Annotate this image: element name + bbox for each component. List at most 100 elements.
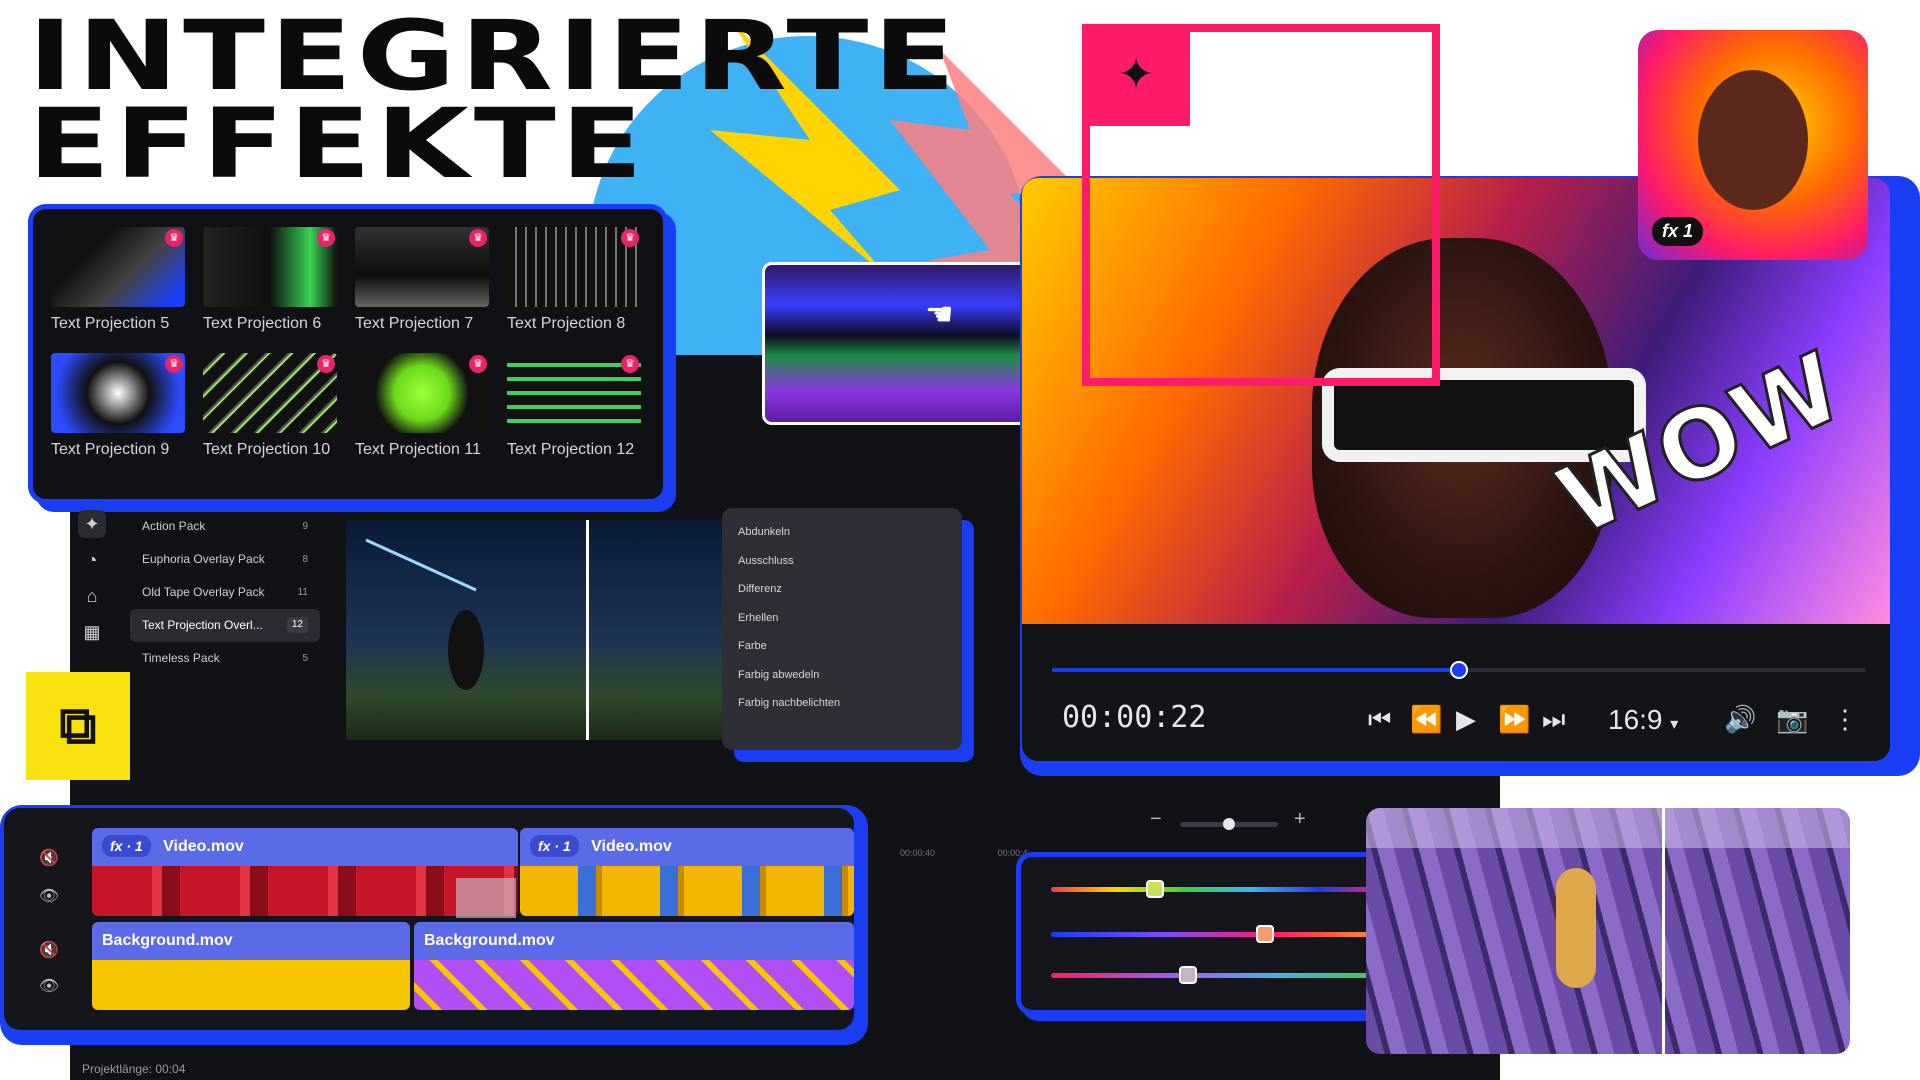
blend-option[interactable]: Abdunkeln bbox=[722, 518, 962, 547]
video-clip[interactable]: fx · 1 Video.mov bbox=[92, 828, 518, 916]
volume-icon[interactable]: 🔊 bbox=[1724, 704, 1756, 735]
fx-label: fx bbox=[538, 838, 551, 854]
skip-end-icon[interactable]: ⏭ bbox=[1542, 704, 1565, 736]
effect-preview-card[interactable]: fx 1 bbox=[1638, 30, 1868, 260]
transition-marker[interactable] bbox=[456, 878, 516, 918]
pack-item[interactable]: Action Pack 9 bbox=[130, 510, 320, 543]
background-clip[interactable]: Background.mov bbox=[92, 922, 410, 1010]
headline-line-2: EFFEKTE bbox=[28, 88, 648, 200]
effect-tile[interactable]: ♛ Text Projection 9 bbox=[51, 353, 189, 459]
glitch-preview[interactable]: ☚ bbox=[762, 262, 1052, 425]
fx-badge: fx · 1 bbox=[530, 835, 579, 857]
video-clip[interactable]: fx · 1 Video.mov bbox=[520, 828, 854, 916]
effect-label: Text Projection 10 bbox=[203, 441, 331, 458]
hand-cursor-icon: ☚ bbox=[925, 296, 954, 332]
pack-item[interactable]: Timeless Pack 5 bbox=[130, 642, 320, 675]
fx-label: fx bbox=[1662, 221, 1679, 241]
zoom-in-icon[interactable]: + bbox=[1294, 808, 1306, 831]
app-logo-icon: ⧉ bbox=[26, 672, 130, 780]
fast-forward-icon[interactable]: ⏩ bbox=[1498, 704, 1530, 735]
lavender-before-after bbox=[1366, 808, 1850, 1054]
player-controls: 00:00:22 ⏮ ⏪ ▶ ⏩ ⏭ 16:9 ▾ 🔊 📷 ⋮ bbox=[1022, 624, 1890, 761]
hue-slider[interactable] bbox=[1051, 880, 1385, 898]
ruler-label: 00:00:40 bbox=[900, 848, 936, 858]
pack-label: Old Tape Overlay Pack bbox=[142, 585, 265, 599]
clip-name: Background.mov bbox=[424, 932, 555, 949]
headline: INTEGRIERTE EFFEKTE bbox=[28, 0, 961, 200]
effect-tile[interactable]: ♛ Text Projection 12 bbox=[507, 353, 645, 459]
tint-slider[interactable] bbox=[1051, 966, 1385, 984]
effect-tile[interactable]: ♛ Text Projection 7 bbox=[355, 227, 493, 333]
clip-header: Background.mov bbox=[414, 922, 854, 960]
effect-tile[interactable]: ♛ Text Projection 5 bbox=[51, 227, 189, 333]
blend-mode-menu: Abdunkeln Ausschluss Differenz Erhellen … bbox=[722, 508, 962, 750]
effect-tile[interactable]: ♛ Text Projection 10 bbox=[203, 353, 341, 459]
play-icon[interactable]: ▶ bbox=[1456, 704, 1476, 735]
night-scene bbox=[365, 538, 484, 690]
background-clip[interactable]: Background.mov bbox=[414, 922, 854, 1010]
pack-item-selected[interactable]: Text Projection Overl... 12 bbox=[130, 609, 320, 642]
before-after-preview bbox=[346, 520, 736, 740]
pack-list: Action Pack 9 Euphoria Overlay Pack 8 Ol… bbox=[130, 510, 320, 675]
lavender-sky bbox=[1366, 808, 1850, 848]
blend-option[interactable]: Erhellen bbox=[722, 604, 962, 633]
stickers-icon[interactable]: ◔ bbox=[78, 546, 106, 574]
zoom-handle[interactable] bbox=[1223, 818, 1235, 830]
layout-icon[interactable]: ▦ bbox=[78, 618, 106, 646]
split-divider[interactable] bbox=[1662, 808, 1665, 1054]
effect-tile[interactable]: ♛ Text Projection 8 bbox=[507, 227, 645, 333]
slider-handle[interactable] bbox=[1255, 925, 1274, 943]
skip-start-icon[interactable]: ⏮ bbox=[1368, 704, 1391, 736]
blend-option[interactable]: Farbig nachbelichten bbox=[722, 689, 962, 718]
project-length: Projektlänge: 00:04 bbox=[82, 1062, 186, 1076]
fx-label: fx bbox=[110, 838, 123, 854]
clip-filmstrip bbox=[92, 960, 410, 1010]
blend-option[interactable]: Differenz bbox=[722, 575, 962, 604]
zoom-slider[interactable] bbox=[1180, 818, 1278, 830]
effect-thumbnail: ♛ bbox=[203, 353, 337, 433]
timecode: 00:00:22 bbox=[1062, 700, 1207, 735]
rewind-icon[interactable]: ⏪ bbox=[1410, 704, 1442, 735]
saturation-slider[interactable] bbox=[1051, 925, 1385, 943]
clip-header: fx · 1 Video.mov bbox=[520, 828, 854, 866]
track-visibility-icon[interactable]: 👁 bbox=[34, 976, 64, 996]
blend-option[interactable]: Ausschluss bbox=[722, 547, 962, 576]
timeline: 🔇 👁 🔇 👁 fx · 1 Video.mov fx · 1 Video.mo… bbox=[4, 808, 854, 1030]
scrub-bar[interactable] bbox=[1052, 661, 1866, 679]
headline-line-1: INTEGRIERTE bbox=[28, 0, 961, 112]
effect-label: Text Projection 7 bbox=[355, 315, 474, 332]
premium-crown-icon: ♛ bbox=[469, 355, 487, 373]
effect-tile[interactable]: ♛ Text Projection 6 bbox=[203, 227, 341, 333]
clip-filmstrip bbox=[92, 866, 518, 916]
zoom-out-icon[interactable]: − bbox=[1150, 808, 1162, 831]
transitions-icon[interactable]: ⌂ bbox=[78, 582, 106, 610]
split-divider[interactable] bbox=[586, 520, 589, 740]
camera-icon[interactable]: 📷 bbox=[1776, 704, 1808, 735]
track-audio-mute-icon[interactable]: 🔇 bbox=[34, 848, 64, 868]
scrub-handle[interactable] bbox=[1450, 661, 1468, 679]
track-visibility-icon[interactable]: 👁 bbox=[34, 886, 64, 906]
track-audio-mute-icon[interactable]: 🔇 bbox=[34, 940, 64, 960]
pack-item[interactable]: Euphoria Overlay Pack 8 bbox=[130, 543, 320, 576]
effect-label: Text Projection 8 bbox=[507, 315, 626, 332]
blend-option[interactable]: Farbe bbox=[722, 632, 962, 661]
slider-handle[interactable] bbox=[1145, 880, 1164, 898]
pack-item[interactable]: Old Tape Overlay Pack 11 bbox=[130, 576, 320, 609]
effects-icon[interactable]: ✦ bbox=[78, 510, 106, 538]
chevron-down-icon: ▾ bbox=[1670, 716, 1679, 733]
effect-tile[interactable]: ♛ Text Projection 11 bbox=[355, 353, 493, 459]
aspect-ratio-value: 16:9 bbox=[1608, 704, 1663, 735]
more-options-icon[interactable]: ⋮ bbox=[1832, 704, 1858, 735]
effect-thumbnail: ♛ bbox=[355, 353, 489, 433]
blend-option[interactable]: Farbig abwedeln bbox=[722, 661, 962, 690]
slider-handle[interactable] bbox=[1178, 966, 1197, 984]
pack-label: Timeless Pack bbox=[142, 651, 220, 665]
sidebar: ✦ ◔ ⌂ ▦ bbox=[78, 510, 118, 654]
premium-crown-icon: ♛ bbox=[469, 229, 487, 247]
pack-count: 5 bbox=[302, 653, 308, 664]
effect-thumbnail: ♛ bbox=[51, 227, 185, 307]
clip-name: Background.mov bbox=[102, 932, 233, 949]
aspect-ratio-dropdown[interactable]: 16:9 ▾ bbox=[1608, 704, 1678, 736]
effect-thumbnail: ♛ bbox=[507, 227, 641, 307]
color-adjustment-panel bbox=[1016, 852, 1420, 1015]
